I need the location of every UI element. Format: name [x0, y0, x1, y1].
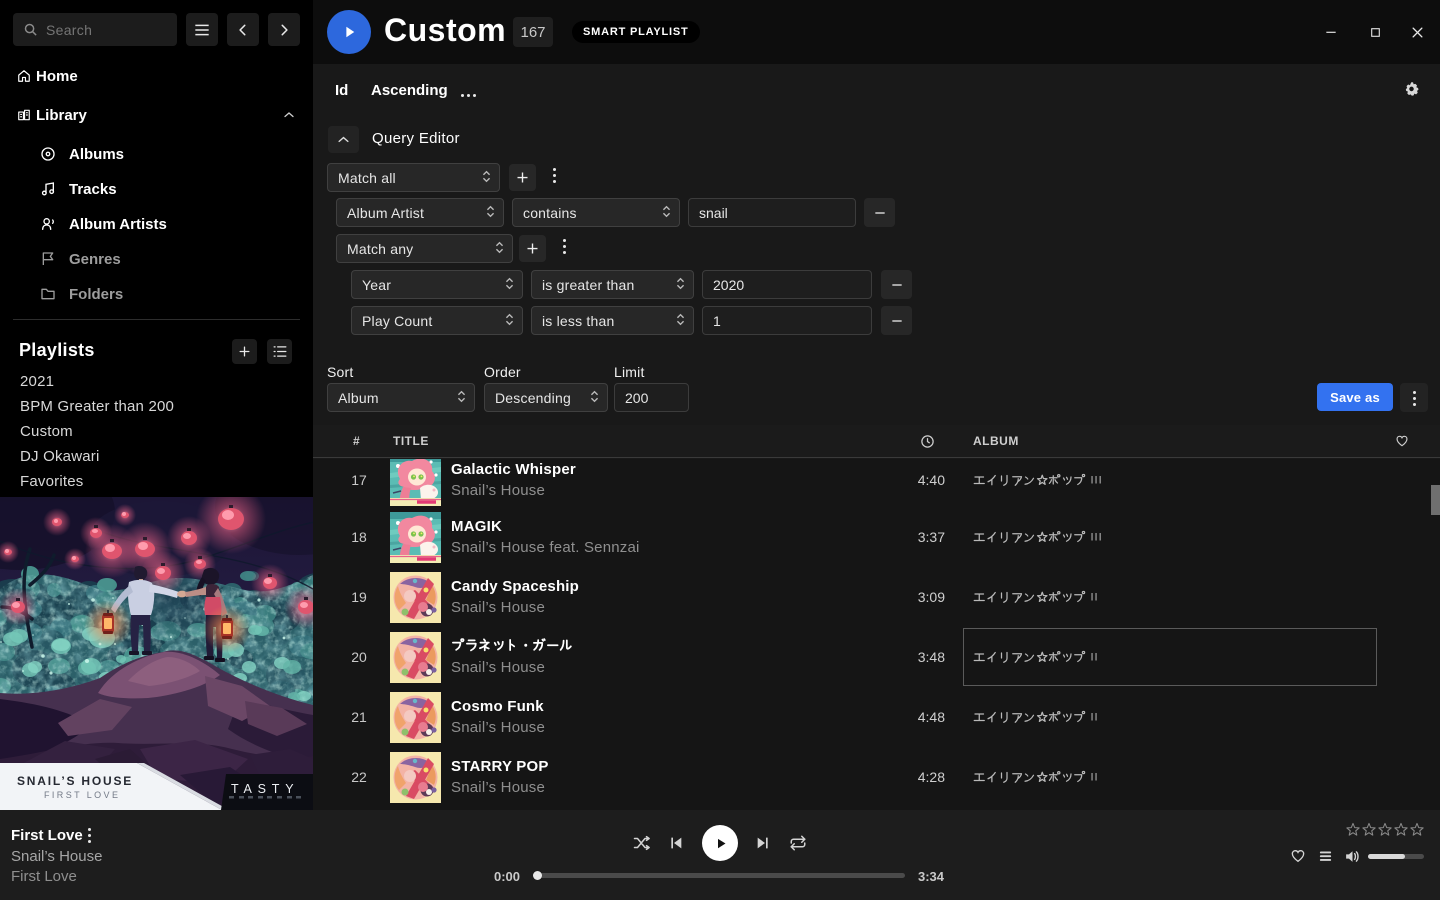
svg-text:SNAIL’S HOUSE: SNAIL’S HOUSE [17, 774, 133, 788]
svg-text:FIRST LOVE: FIRST LOVE [44, 790, 120, 800]
svg-text:TASTY: TASTY [231, 782, 299, 796]
